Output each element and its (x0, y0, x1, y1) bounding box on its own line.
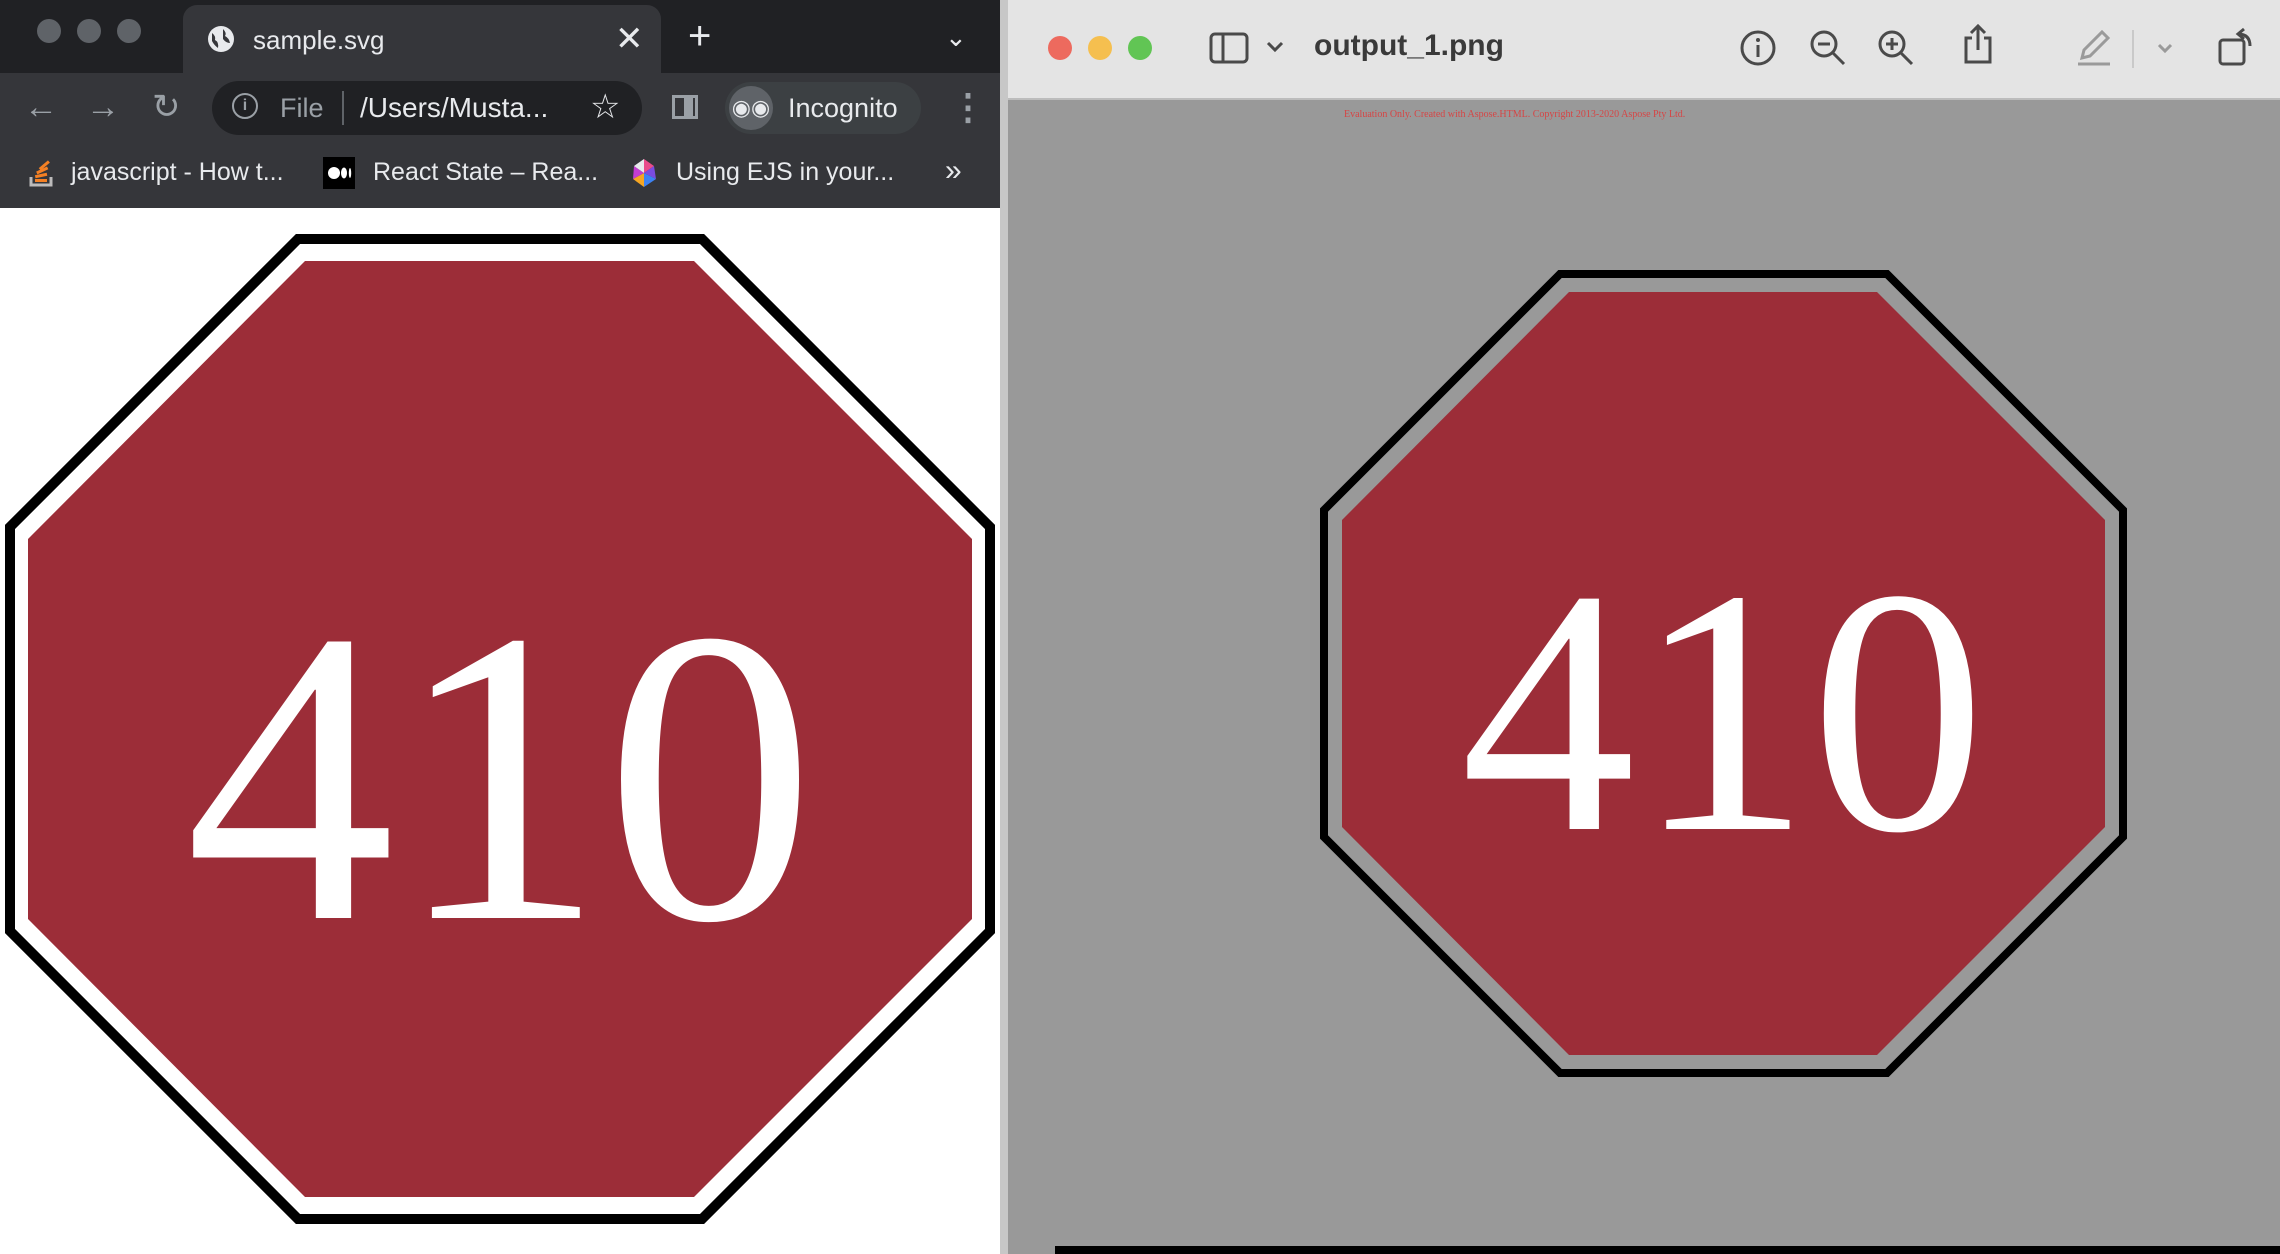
window-minimize-dot[interactable] (77, 19, 101, 43)
incognito-indicator[interactable]: ◉◉ Incognito (725, 82, 921, 134)
window-close-dot[interactable] (37, 19, 61, 43)
chevron-down-icon[interactable] (1266, 40, 1284, 54)
markup-chevron-icon[interactable] (2157, 42, 2173, 54)
bookmarks-bar: javascript - How t... React State – Rea.… (0, 142, 1000, 208)
globe-icon (208, 26, 234, 52)
new-tab-button[interactable]: + (688, 16, 711, 56)
preview-window: output_1.png Evaluation Only. Created wi… (1008, 0, 2280, 1254)
markup-icon[interactable] (2074, 24, 2114, 68)
medium-icon (323, 157, 355, 189)
zoom-in-icon[interactable] (1876, 28, 1916, 68)
sidebar-toggle-icon[interactable] (1209, 32, 1249, 64)
address-bar[interactable]: i File /Users/Musta... ☆ (212, 81, 642, 135)
chrome-menu-icon[interactable]: ⋮ (950, 87, 986, 127)
tab-sample-svg[interactable]: sample.svg ✕ (183, 5, 661, 73)
reload-button[interactable]: ↻ (152, 87, 181, 127)
close-tab-icon[interactable]: ✕ (615, 19, 644, 59)
stackoverflow-icon (29, 160, 53, 187)
chrome-toolbar: ← → ↻ i File /Users/Musta... ☆ ◉◉ Incogn… (0, 73, 1000, 142)
zoom-out-icon[interactable] (1808, 28, 1848, 68)
bookmark-item-react-state[interactable]: React State – Rea... (373, 158, 598, 187)
minimize-dot[interactable] (1088, 36, 1112, 60)
stop-sign-410: 410 (5, 234, 995, 1224)
forward-button[interactable]: → (86, 87, 120, 127)
window-divider (1000, 0, 1008, 1254)
tab-search-icon[interactable]: ⌄ (945, 22, 967, 53)
share-icon[interactable] (1960, 22, 1996, 66)
preview-toolbar: output_1.png (1008, 0, 2280, 100)
preview-title: output_1.png (1314, 29, 1504, 62)
svg-viewport: 410 (0, 208, 1000, 1254)
bookmark-item-stackoverflow[interactable]: javascript - How t... (71, 158, 284, 187)
close-dot[interactable] (1048, 36, 1072, 60)
incognito-label: Incognito (788, 93, 898, 123)
address-url[interactable]: /Users/Musta... (360, 92, 572, 124)
rendered-sign-410: 410 (1320, 270, 2127, 1077)
back-button[interactable]: ← (24, 87, 58, 127)
info-icon[interactable]: i (232, 93, 258, 119)
rotate-icon[interactable] (2216, 24, 2256, 68)
address-scheme: File (280, 93, 324, 123)
dock-edge (1055, 1246, 2280, 1254)
chrome-window: sample.svg ✕ + ⌄ ← → ↻ i File /Users/Mus… (0, 0, 1000, 1254)
rendered-sign-text: 410 (1461, 517, 1986, 905)
toolbar-divider (2132, 30, 2134, 68)
tab-bar: sample.svg ✕ + ⌄ (0, 0, 1000, 73)
tab-title: sample.svg (253, 25, 385, 55)
window-zoom-dot[interactable] (117, 19, 141, 43)
zoom-dot[interactable] (1128, 36, 1152, 60)
image-canvas: Evaluation Only. Created with Aspose.HTM… (1008, 100, 2280, 1254)
info-icon[interactable] (1739, 29, 1777, 67)
sign-code-text: 410 (185, 544, 815, 1009)
more-bookmarks-icon[interactable]: » (945, 154, 962, 188)
bookmark-item-ejs[interactable]: Using EJS in your... (676, 158, 894, 187)
bookmark-star-icon[interactable]: ☆ (590, 87, 620, 127)
incognito-icon: ◉◉ (729, 86, 773, 130)
colorful-logo-icon (633, 159, 656, 187)
side-panel-icon[interactable] (672, 95, 698, 119)
address-separator (342, 91, 344, 125)
